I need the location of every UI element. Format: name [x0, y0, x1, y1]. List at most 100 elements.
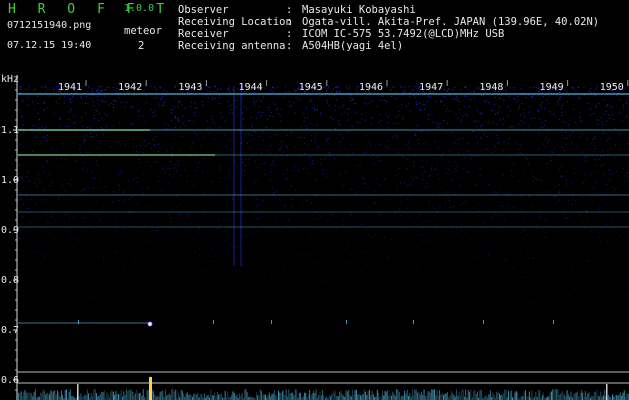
noise-pixel: [44, 86, 46, 88]
noise-pixel: [371, 321, 373, 323]
noise-pixel: [286, 177, 288, 179]
noise-pixel: [579, 137, 580, 139]
noise-pixel: [571, 270, 573, 272]
noise-pixel: [557, 331, 559, 333]
noise-pixel: [171, 148, 173, 150]
echo-spike: [401, 395, 403, 400]
noise-pixel: [392, 86, 394, 88]
noise-pixel: [557, 227, 559, 229]
noise-pixel: [439, 205, 441, 207]
noise-pixel: [495, 97, 496, 98]
noise-pixel: [218, 330, 220, 332]
noise-pixel: [132, 146, 134, 148]
noise-pixel: [487, 135, 489, 137]
noise-pixel: [55, 86, 57, 87]
noise-pixel: [496, 329, 498, 331]
noise-pixel: [270, 171, 272, 173]
echo-spike: [320, 395, 322, 400]
noise-pixel: [453, 89, 455, 91]
noise-pixel: [475, 120, 476, 122]
echo-spike: [20, 391, 22, 400]
noise-pixel: [324, 265, 326, 267]
noise-pixel: [62, 281, 64, 282]
noise-pixel: [502, 117, 504, 119]
noise-pixel: [596, 172, 598, 174]
echo-spike: [28, 392, 30, 400]
noise-pixel: [235, 106, 237, 108]
noise-pixel: [402, 115, 404, 117]
noise-pixel: [430, 324, 431, 326]
noise-pixel: [627, 169, 628, 171]
echo-spike: [42, 389, 44, 400]
noise-pixel: [597, 284, 599, 286]
noise-pixel: [121, 171, 122, 172]
noise-pixel: [599, 236, 601, 238]
noise-pixel: [437, 123, 439, 125]
noise-pixel: [51, 256, 52, 258]
noise-pixel: [97, 221, 99, 223]
noise-pixel: [212, 99, 214, 101]
noise-pixel: [334, 94, 335, 96]
noise-pixel: [452, 227, 454, 229]
noise-pixel: [315, 321, 317, 323]
noise-pixel: [92, 101, 94, 103]
noise-pixel: [246, 319, 248, 321]
noise-pixel: [560, 107, 562, 109]
noise-pixel: [326, 102, 328, 104]
noise-pixel: [499, 206, 501, 207]
noise-pixel: [135, 255, 137, 257]
noise-pixel: [591, 287, 593, 289]
noise-pixel: [176, 196, 178, 198]
noise-pixel: [82, 222, 84, 223]
noise-pixel: [96, 91, 98, 93]
noise-pixel: [207, 324, 209, 326]
noise-pixel: [118, 94, 120, 96]
noise-pixel: [270, 90, 271, 91]
noise-pixel: [497, 280, 499, 282]
echo-spike: [354, 390, 356, 400]
noise-pixel: [419, 103, 420, 104]
noise-pixel: [587, 282, 589, 284]
noise-pixel: [448, 293, 450, 295]
axis-unit-label: kHz: [1, 74, 19, 85]
noise-pixel: [480, 138, 482, 140]
noise-pixel: [243, 170, 245, 172]
noise-pixel: [565, 131, 567, 133]
echo-spike: [458, 391, 460, 400]
echo-spike: [396, 389, 398, 400]
echo-spike: [310, 395, 312, 400]
noise-pixel: [576, 145, 578, 147]
echo-spike: [577, 391, 578, 400]
noise-pixel: [143, 334, 145, 336]
noise-pixel: [156, 230, 158, 231]
echo-spike: [387, 390, 389, 400]
noise-pixel: [589, 326, 591, 328]
noise-pixel: [74, 204, 76, 206]
noise-pixel: [262, 139, 264, 141]
noise-pixel: [522, 173, 524, 175]
noise-pixel: [54, 220, 56, 222]
noise-pixel: [154, 110, 156, 112]
noise-pixel: [239, 277, 241, 279]
echo-spike: [621, 395, 623, 400]
noise-pixel: [287, 287, 289, 289]
noise-pixel: [367, 233, 369, 235]
noise-pixel: [48, 290, 50, 292]
noise-pixel: [118, 189, 120, 191]
echo-spike: [404, 390, 405, 400]
noise-pixel: [91, 274, 93, 276]
noise-pixel: [47, 134, 48, 136]
noise-pixel: [565, 171, 567, 173]
echo-spike: [573, 394, 574, 400]
noise-pixel: [395, 98, 397, 100]
echo-spike: [599, 396, 600, 400]
echo-spike: [606, 384, 608, 400]
noise-pixel: [273, 164, 275, 166]
echo-spike: [528, 391, 530, 400]
noise-pixel: [96, 160, 98, 162]
noise-pixel: [104, 113, 106, 115]
noise-pixel: [321, 279, 323, 281]
noise-pixel: [448, 169, 450, 171]
noise-pixel: [228, 105, 230, 107]
noise-pixel: [578, 319, 580, 320]
